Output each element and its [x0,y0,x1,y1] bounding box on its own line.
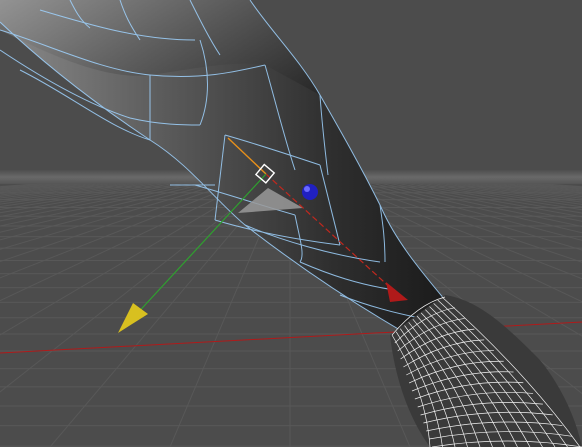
gizmo-rotate-highlight [304,186,310,192]
gizmo-rotate-handle[interactable] [302,184,318,200]
viewport-scene[interactable] [0,0,582,447]
3d-viewport[interactable] [0,0,582,447]
